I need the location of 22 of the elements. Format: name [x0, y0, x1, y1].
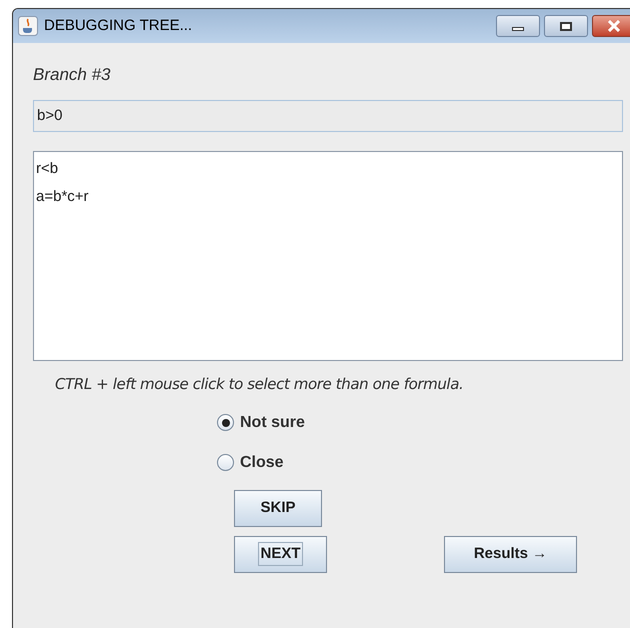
hint-text: CTRL + left mouse click to select more than one formula.	[55, 374, 464, 395]
radio-option[interactable]: Close	[217, 452, 623, 474]
results-button[interactable]: Results →	[444, 536, 577, 572]
radio-label: Not sure	[240, 412, 305, 432]
radio-option[interactable]: Not sure	[217, 412, 623, 434]
next-button[interactable]: NEXT	[234, 536, 327, 572]
radio-button[interactable]	[217, 454, 234, 471]
close-button[interactable]	[592, 15, 630, 37]
minimize-icon	[512, 27, 524, 31]
close-icon	[608, 20, 620, 32]
window-title: DEBUGGING TREE...	[44, 16, 192, 36]
minimize-button[interactable]	[496, 15, 540, 37]
formula-item[interactable]: r<b	[34, 157, 622, 185]
java-cup-icon	[18, 16, 38, 36]
maximize-button[interactable]	[544, 15, 588, 37]
branch-label: Branch #3	[33, 64, 112, 86]
radio-button[interactable]	[217, 414, 234, 431]
formula-item[interactable]: a=b*c+r	[34, 185, 622, 213]
condition-field: b>0	[33, 100, 623, 132]
radio-label: Close	[240, 452, 284, 472]
skip-button[interactable]: SKIP	[234, 490, 322, 526]
restore-icon	[560, 22, 572, 30]
